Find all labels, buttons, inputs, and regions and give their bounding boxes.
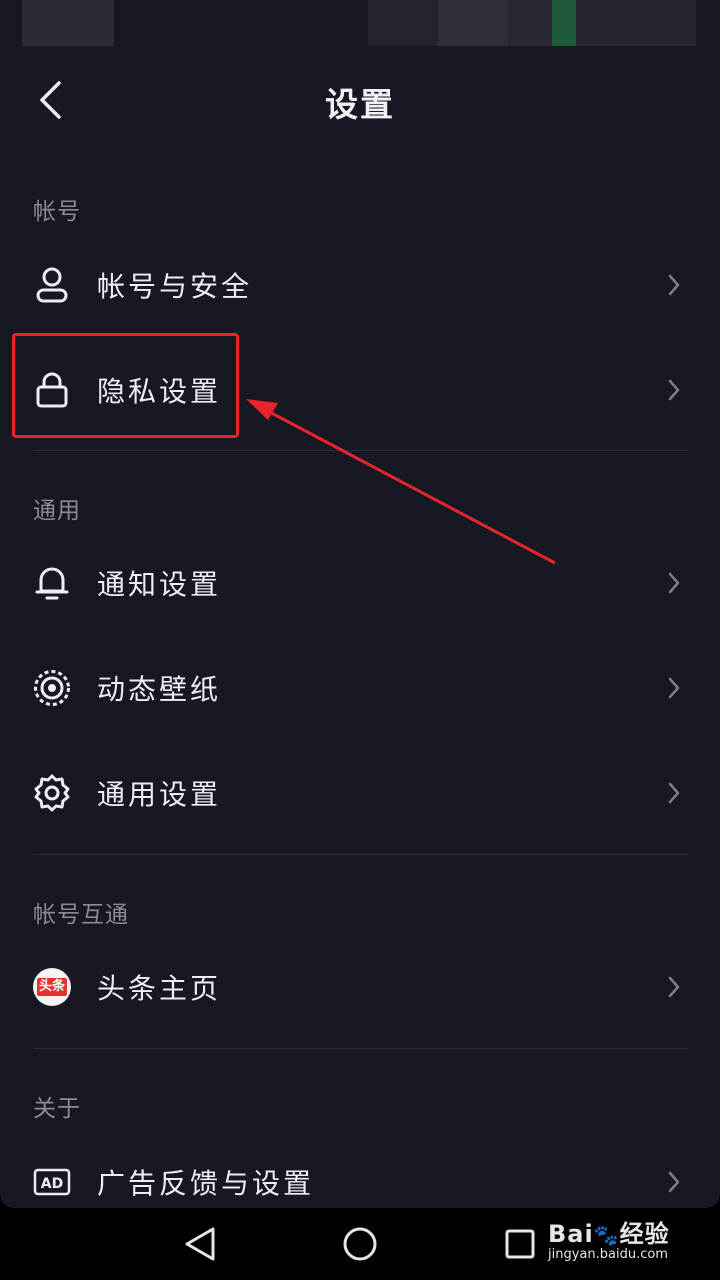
- page-title: 设置: [325, 85, 395, 124]
- paw-icon: 🐾: [593, 1223, 620, 1247]
- watermark-brand-cn: 经验: [619, 1220, 670, 1248]
- toutiao-homepage-item[interactable]: 头条 头条主页: [0, 942, 720, 1032]
- chevron-right-icon: [664, 972, 684, 1002]
- general-settings-item[interactable]: 通用设置: [0, 748, 720, 838]
- user-icon: [32, 265, 72, 305]
- chevron-right-icon: [664, 270, 684, 300]
- watermark-url: jingyan.baidu.com: [548, 1247, 668, 1262]
- section-header-general: 通用: [33, 498, 81, 524]
- chevron-right-icon: [664, 375, 684, 405]
- ad-badge-text: AD: [41, 1176, 63, 1192]
- settings-screen: 设置 帐号 帐号与安全 隐私设置 通用 通知设置 动态壁纸 通用设置 帐号互通 …: [0, 0, 720, 1208]
- toutiao-homepage-label: 头条主页: [97, 972, 222, 1005]
- nav-recents-button[interactable]: [496, 1220, 544, 1268]
- live-wallpaper-label: 动态壁纸: [97, 673, 222, 706]
- highlight-box: [12, 333, 239, 438]
- chevron-right-icon: [664, 778, 684, 808]
- watermark-brand: Bai: [548, 1220, 594, 1248]
- circle-home-icon: [343, 1227, 377, 1261]
- wallpaper-icon: [32, 668, 72, 708]
- nav-home-button[interactable]: [336, 1220, 384, 1268]
- section-header-about: 关于: [33, 1096, 81, 1122]
- gear-icon: [32, 773, 72, 813]
- account-security-item[interactable]: 帐号与安全: [0, 240, 720, 330]
- section-header-account: 帐号: [33, 199, 81, 225]
- divider: [33, 854, 688, 855]
- ad-icon: AD: [32, 1162, 72, 1202]
- nav-back-button[interactable]: [176, 1220, 224, 1268]
- general-settings-label: 通用设置: [97, 778, 222, 811]
- account-security-label: 帐号与安全: [97, 270, 253, 303]
- chevron-right-icon: [664, 1167, 684, 1197]
- bell-icon: [32, 563, 72, 603]
- baidu-jingyan-watermark: Bai🐾经验 jingyan.baidu.com: [548, 1214, 670, 1262]
- square-recents-icon: [505, 1229, 535, 1259]
- divider: [33, 1048, 688, 1049]
- chevron-right-icon: [664, 568, 684, 598]
- notification-settings-label: 通知设置: [97, 568, 222, 601]
- ad-feedback-label: 广告反馈与设置: [97, 1167, 315, 1200]
- ad-feedback-item[interactable]: AD 广告反馈与设置: [0, 1137, 720, 1208]
- chevron-right-icon: [664, 673, 684, 703]
- status-bar: [0, 0, 720, 46]
- triangle-back-icon: [185, 1227, 215, 1261]
- notification-settings-item[interactable]: 通知设置: [0, 538, 720, 628]
- toutiao-logo-icon: 头条: [32, 967, 72, 1007]
- live-wallpaper-item[interactable]: 动态壁纸: [0, 643, 720, 733]
- divider: [33, 450, 688, 451]
- section-header-linked-accounts: 帐号互通: [33, 902, 129, 928]
- toutiao-badge-text: 头条: [36, 978, 67, 996]
